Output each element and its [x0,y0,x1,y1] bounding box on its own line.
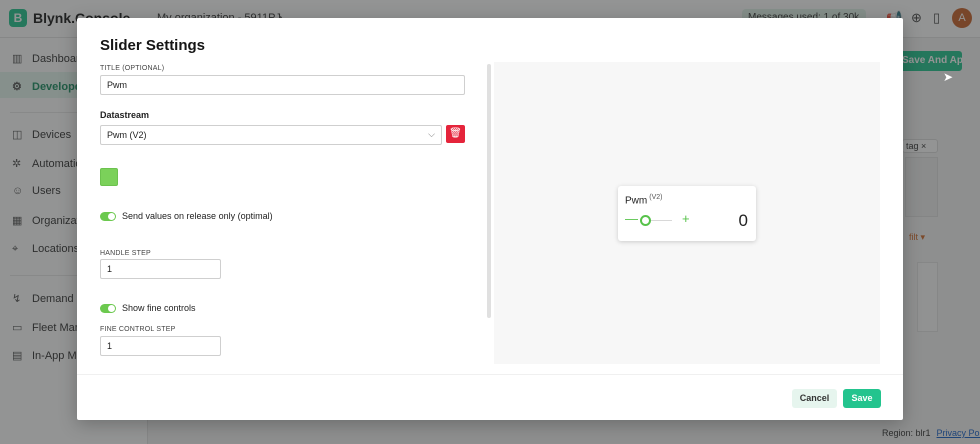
widget-title: Pwm (V2) [625,194,662,206]
plus-icon[interactable]: + [682,212,690,225]
fine-controls-label: Show fine controls [122,303,196,313]
modal-footer: Cancel Save [77,374,903,420]
widget-title-text: Pwm [625,195,648,207]
fine-step-label: FINE CONTROL STEP [100,326,176,333]
fine-controls-toggle[interactable] [100,304,116,313]
send-on-release-label: Send values on release only (optimal) [122,211,273,221]
trash-icon: 🗑 [449,128,462,139]
save-button[interactable]: Save [843,389,881,408]
slider-settings-modal: Slider Settings TITLE (OPTIONAL) Datastr… [77,18,903,420]
handle-step-input[interactable] [100,259,221,279]
settings-scrollbar[interactable] [487,64,491,318]
datastream-value: Pwm (V2) [107,130,147,140]
slider-value: 0 [738,211,748,230]
slider-handle[interactable] [640,215,651,226]
color-picker-swatch[interactable] [100,168,118,186]
handle-step-label: HANDLE STEP [100,250,151,257]
cancel-button[interactable]: Cancel [792,389,837,408]
chevron-down-icon: ⌵ [428,129,435,139]
minus-icon[interactable]: — [625,212,638,225]
fine-step-input[interactable] [100,336,221,356]
widget-pin: (V2) [649,194,663,201]
datastream-select[interactable]: Pwm (V2) ⌵ [100,125,442,145]
slider-widget-preview: Pwm (V2) — + 0 [618,186,756,241]
widget-preview-area: Pwm (V2) — + 0 [494,62,880,364]
send-on-release-toggle[interactable] [100,212,116,221]
modal-title: Slider Settings [100,37,206,54]
delete-datastream-button[interactable]: 🗑 [446,125,465,143]
datastream-label: Datastream [100,110,150,120]
title-input[interactable] [100,75,465,95]
title-field-label: TITLE (OPTIONAL) [100,65,165,72]
mouse-cursor-icon: ➤ [943,70,954,84]
